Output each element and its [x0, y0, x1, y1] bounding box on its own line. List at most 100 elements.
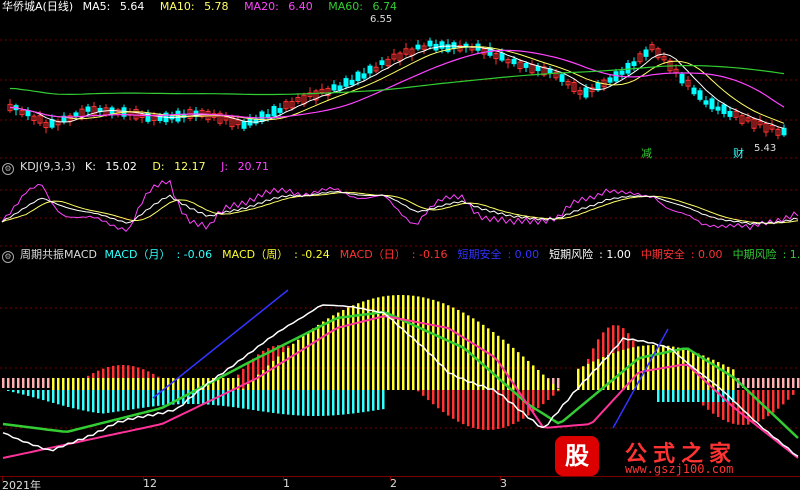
macd-day-bar — [482, 390, 485, 430]
macd-pink-bar — [782, 378, 785, 388]
macd-month-bar — [147, 390, 150, 408]
candle-body — [679, 73, 685, 84]
macd-day-bar — [437, 390, 440, 409]
macd-month-bar — [237, 390, 240, 408]
macd-pink-bar — [557, 378, 560, 388]
macd-day-bar — [497, 390, 500, 430]
high-marker: 6.55 — [370, 14, 393, 25]
macd-month-bar — [677, 390, 680, 402]
macd-month-bar — [102, 390, 105, 414]
macd-day-bar — [777, 390, 780, 409]
candle-body — [241, 120, 247, 129]
macd-month-bar — [322, 390, 325, 416]
dif1-line — [612, 328, 669, 429]
kdj-k-label: K: — [85, 160, 96, 173]
macd-month-bar — [142, 390, 145, 408]
macd-week-bar — [187, 378, 190, 390]
macd-day-bar — [552, 390, 555, 396]
macd-month-bar — [137, 390, 140, 409]
macd-week-bar — [332, 315, 335, 390]
kdj-d-line — [1, 191, 799, 224]
macd-week-bar — [657, 345, 660, 390]
macd-pink-bar — [797, 378, 800, 388]
x-axis-label: 2021年 — [2, 479, 41, 490]
x-axis-tick — [500, 477, 501, 481]
macd-month-bar — [682, 390, 685, 402]
macd-legend-item: MACD（月）: -0.06 — [104, 248, 218, 261]
macd-month-bar — [77, 390, 80, 410]
candle-body — [619, 70, 625, 75]
macd-week-bar — [347, 307, 350, 390]
macd-legend-value: : -0.06 — [176, 248, 213, 261]
kdj-k-value: 15.02 — [105, 160, 137, 173]
candle-body — [715, 106, 721, 111]
macd-month-bar — [687, 390, 690, 402]
macd-legend-item: 中期安全: 0.00 — [641, 248, 729, 261]
macd-week-bar — [97, 378, 100, 390]
macd-week-bar — [142, 378, 145, 390]
macd-month-bar — [662, 390, 665, 402]
candle-body — [25, 110, 31, 117]
watermark-url: www.gszj100.com — [625, 462, 734, 476]
event-tag-reduce: 减 — [641, 147, 652, 160]
settings-icon[interactable]: ⚙ — [2, 163, 14, 175]
candle-body — [367, 65, 373, 74]
macd-month-bar — [47, 390, 50, 402]
macd-month-bar — [312, 390, 315, 416]
macd-week-bar — [177, 378, 180, 390]
macd-week-bar — [92, 378, 95, 390]
x-axis-label: 3 — [500, 477, 507, 490]
candle-body — [643, 49, 649, 57]
macd-week-bar — [402, 295, 405, 390]
kdj-panel: ⚙ KDJ(9,3,3) K: 15.02 D: 12.17 J: 20.71 — [0, 160, 800, 248]
macd-month-bar — [27, 390, 30, 396]
macd-month-bar — [107, 390, 110, 413]
chart-root: 华侨城A(日线) MA5: 5.64 MA10: 5.78 MA20: 6.40… — [0, 0, 800, 490]
macd-week-bar — [432, 299, 435, 390]
macd-pink-bar — [747, 378, 750, 388]
macd-day-bar — [457, 390, 460, 422]
macd-week-bar — [422, 297, 425, 390]
low-marker: 5.43 — [754, 143, 777, 154]
macd-week-bar — [632, 347, 635, 390]
ma60-label: MA60: — [328, 0, 363, 13]
macd-day-bar — [557, 390, 560, 392]
macd-month-bar — [187, 390, 190, 405]
macd-week-bar — [537, 369, 540, 390]
candle-body — [277, 108, 283, 113]
macd-pink-bar — [752, 378, 755, 388]
macd-pink-bar — [17, 378, 20, 388]
macd-week-bar — [672, 346, 675, 390]
macd-month-bar — [177, 390, 180, 405]
macd-legend-value: : 0.00 — [690, 248, 723, 261]
macd-day-bar — [467, 390, 470, 427]
macd-week-bar — [492, 331, 495, 390]
macd-week-bar — [542, 374, 545, 390]
candle-body — [427, 40, 433, 47]
macd-week-bar — [117, 378, 120, 390]
macd-month-bar — [117, 390, 120, 412]
candle-body — [511, 58, 517, 65]
macd-week-bar — [107, 378, 110, 390]
macd-legend-label: 中期风险 — [732, 248, 777, 261]
candle-body — [271, 105, 277, 117]
macd-month-bar — [307, 390, 310, 416]
kdj-j-line — [1, 179, 799, 233]
macd-day-bar — [492, 390, 495, 430]
macd-month-bar — [702, 390, 705, 402]
x-axis-label: 1 — [283, 477, 290, 490]
ma5-value: 5.64 — [119, 0, 145, 13]
candle-body — [631, 61, 637, 67]
macd-month-bar — [132, 390, 135, 410]
macd-week-bar — [112, 378, 115, 390]
macd-month-bar — [232, 390, 235, 408]
macd-week-bar — [327, 318, 330, 390]
macd-week-bar — [387, 295, 390, 390]
macd-week-bar — [67, 378, 70, 390]
settings-icon[interactable]: ⚙ — [2, 251, 14, 263]
macd-pink-bar — [757, 378, 760, 388]
macd-week-bar — [57, 378, 60, 390]
macd-month-bar — [667, 390, 670, 402]
macd-week-bar — [547, 379, 550, 390]
candle-body — [709, 98, 715, 110]
